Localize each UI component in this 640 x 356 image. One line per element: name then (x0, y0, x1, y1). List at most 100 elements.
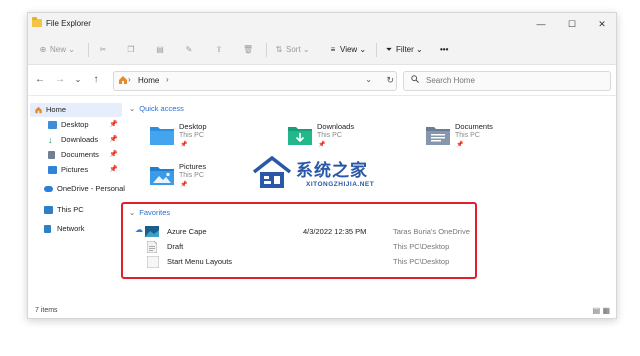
favorites-highlight-box (121, 202, 477, 279)
rename-button[interactable]: ✎ (184, 44, 196, 56)
quick-access-header[interactable]: ⌄ Quick access (129, 104, 184, 113)
view-mode-icons[interactable]: ▤ ▦ (593, 306, 610, 315)
new-label: New (50, 45, 67, 54)
breadcrumb-home[interactable]: Home (138, 76, 159, 85)
breadcrumb-separator-icon: › (128, 75, 131, 84)
sidebar-item-label: Network (57, 224, 85, 233)
pin-icon: 📌 (109, 166, 118, 173)
pin-icon: 📌 (318, 142, 326, 148)
item-count: 7 items (35, 307, 58, 314)
downloads-folder-icon (288, 127, 312, 145)
item-name: Documents (455, 122, 493, 131)
share-icon: ⇪ (215, 45, 223, 54)
sidebar-item-this-pc[interactable]: This PC (30, 203, 122, 217)
this-pc-icon (44, 206, 53, 214)
window-title: File Explorer (46, 19, 91, 28)
delete-button[interactable]: 🗑 (243, 44, 255, 56)
downloads-folder-icon: ↓ (48, 135, 53, 145)
address-row: ← → ⌄ ↑ › Home › ⌄ ↻ Search Home (28, 65, 616, 96)
sort-icon: ⇅ (275, 45, 283, 54)
sort-label: Sort (286, 45, 301, 54)
watermark-title: 系统之家 (296, 161, 368, 180)
search-input[interactable]: Search Home (403, 71, 611, 91)
documents-folder-icon (48, 151, 55, 159)
share-button[interactable]: ⇪ (214, 44, 226, 56)
search-icon (411, 75, 419, 83)
up-arrow-icon[interactable]: ↑ (90, 74, 102, 86)
rename-icon: ✎ (185, 45, 193, 54)
item-location: This PC (317, 132, 342, 139)
back-arrow-icon[interactable]: ← (34, 74, 46, 86)
forward-arrow-icon[interactable]: → (54, 74, 66, 86)
onedrive-icon (44, 186, 53, 192)
item-name: Pictures (179, 162, 207, 171)
address-bar[interactable]: › Home › ⌄ ↻ (113, 71, 397, 91)
sidebar-item-network[interactable]: Network (30, 222, 122, 236)
pin-icon: 📌 (180, 182, 188, 188)
sidebar-item-label: Home (46, 105, 67, 114)
address-dropdown-chevron-icon[interactable]: ⌄ (365, 75, 372, 84)
sidebar-item-pictures[interactable]: Pictures 📌 (30, 163, 122, 177)
trash-icon: 🗑 (243, 45, 254, 54)
sidebar-item-desktop[interactable]: Desktop 📌 (30, 118, 122, 132)
watermark-url: XITONGZHIJIA.NET (306, 181, 375, 188)
network-icon (44, 225, 51, 233)
chevron-down-icon: ⌄ (129, 104, 136, 113)
close-button[interactable]: ✕ (591, 16, 613, 32)
item-name: Downloads (317, 122, 355, 131)
item-name: Desktop (179, 122, 207, 131)
view-button[interactable]: ≡ View ⌄ (328, 44, 366, 56)
pictures-folder-icon (48, 166, 57, 174)
command-bar: ⊕ New ⌄ ✂ ❐ ▤ ✎ ⇪ 🗑 ⇅ Sort ⌄ ≡ View ⌄ ⏷ Filt… (28, 35, 616, 65)
toolbar-divider (88, 43, 89, 57)
new-button[interactable]: ⊕ New ⌄ (38, 44, 75, 56)
view-icon: ≡ (330, 45, 336, 54)
filter-button[interactable]: ⏷ Filter ⌄ (384, 44, 423, 56)
paste-button[interactable]: ▤ (155, 44, 167, 56)
pin-icon: 📌 (456, 142, 464, 148)
new-icon: ⊕ (39, 45, 47, 54)
quick-access-item-desktop[interactable]: Desktop This PC 📌 (149, 120, 279, 154)
sidebar-item-downloads[interactable]: ↓ Downloads 📌 (30, 133, 122, 147)
sidebar-item-onedrive[interactable]: OneDrive - Personal (30, 182, 125, 196)
pin-icon: 📌 (180, 142, 188, 148)
maximize-button[interactable]: ☐ (561, 16, 583, 32)
quick-access-item-downloads[interactable]: Downloads This PC 📌 (287, 120, 417, 154)
file-explorer-icon (32, 17, 42, 27)
status-bar: 7 items ▤ ▦ (28, 303, 616, 318)
sidebar-item-documents[interactable]: Documents 📌 (30, 148, 122, 162)
minimize-button[interactable]: — (530, 16, 552, 32)
breadcrumb-separator-icon: › (166, 75, 169, 84)
copy-button[interactable]: ❐ (126, 44, 138, 56)
view-label: View (340, 45, 358, 54)
filter-icon: ⏷ (385, 45, 393, 54)
sidebar-item-label: OneDrive - Personal (57, 184, 125, 193)
home-icon (35, 106, 42, 114)
more-options-button[interactable]: ••• (440, 44, 448, 56)
sidebar-item-label: Documents (61, 150, 99, 159)
cut-button[interactable]: ✂ (98, 44, 110, 56)
desktop-folder-icon (48, 121, 57, 129)
desktop-folder-icon (150, 127, 174, 145)
recent-locations-chevron-icon[interactable]: ⌄ (72, 74, 84, 86)
quick-access-item-documents[interactable]: Documents This PC 📌 (425, 120, 555, 154)
sidebar-item-home[interactable]: Home (30, 103, 122, 117)
sidebar-item-label: This PC (57, 205, 84, 214)
sidebar-item-label: Desktop (61, 120, 89, 129)
scissors-icon: ✂ (99, 45, 107, 54)
site-watermark: 系统之家 XITONGZHIJIA.NET (250, 150, 400, 200)
filter-label: Filter (396, 45, 414, 54)
title-bar: File Explorer — ☐ ✕ (28, 13, 616, 35)
pictures-folder-icon (150, 167, 174, 185)
house-logo-icon (252, 155, 292, 188)
quick-access-heading: Quick access (139, 104, 184, 113)
documents-folder-icon (426, 127, 450, 145)
toolbar-divider (266, 43, 267, 57)
sidebar-item-label: Downloads (61, 135, 99, 144)
paste-icon: ▤ (156, 45, 164, 54)
sort-button[interactable]: ⇅ Sort ⌄ (274, 44, 310, 56)
refresh-icon[interactable]: ↻ (386, 75, 394, 86)
item-location: This PC (179, 172, 204, 179)
copy-icon: ❐ (127, 45, 135, 54)
sidebar-item-label: Pictures (61, 165, 89, 174)
